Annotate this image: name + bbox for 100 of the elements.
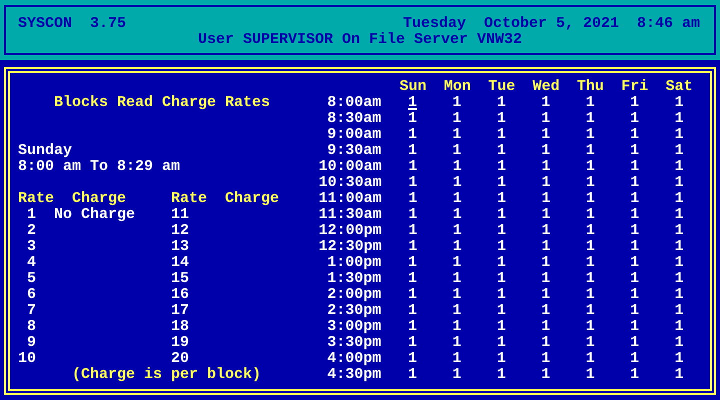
table-cell[interactable]: 1 [452,254,462,271]
table-cell[interactable]: 1 [630,366,640,383]
table-cell[interactable]: 1 [674,206,684,223]
table-cell[interactable]: 1 [496,270,506,287]
table-cell[interactable]: 1 [408,302,417,319]
table-cell[interactable]: 1 [541,254,550,271]
table-cell[interactable]: 1 [586,238,595,255]
table-cell[interactable]: 1 [452,94,462,111]
table-cell[interactable]: 1 [586,158,595,175]
table-cell[interactable]: 1 [586,222,595,239]
table-cell[interactable]: 1 [586,270,595,287]
table-cell[interactable]: 1 [452,222,462,239]
table-cell[interactable]: 1 [674,126,684,143]
table-cell[interactable]: 1 [674,174,684,191]
table-cell[interactable]: 1 [496,302,506,319]
table-cell[interactable]: 1 [586,126,595,143]
table-cell[interactable]: 1 [497,222,506,239]
table-cell[interactable]: 1 [496,350,506,367]
table-cell[interactable]: 1 [630,126,640,143]
table-cell[interactable]: 1 [541,302,550,319]
table-cell[interactable]: 1 [497,174,506,191]
table-cell[interactable]: 1 [630,254,640,271]
table-cell[interactable]: 1 [674,270,684,287]
table-cell[interactable]: 1 [408,270,417,287]
table-cell[interactable]: 1 [586,254,595,271]
table-cell[interactable]: 1 [674,94,684,111]
table-cell[interactable]: 1 [541,286,550,303]
table-cell[interactable]: 1 [630,174,640,191]
table-cell[interactable]: 1 [408,222,418,239]
table-cell[interactable]: 1 [674,254,684,271]
table-cell[interactable]: 1 [586,110,595,127]
table-cell[interactable]: 1 [496,94,506,111]
table-cell[interactable]: 1 [542,222,551,239]
table-cell[interactable]: 1 [542,158,551,175]
table-cell[interactable]: 1 [674,110,684,127]
table-cell[interactable]: 1 [408,174,418,191]
table-cell[interactable]: 1 [674,222,684,239]
table-cell[interactable]: 1 [674,302,684,319]
table-cell[interactable]: 1 [630,110,640,127]
table-cell[interactable]: 1 [452,126,462,143]
table-cell[interactable]: 1 [674,366,684,383]
table-cell[interactable]: 1 [408,238,418,255]
table-cell[interactable]: 1 [497,206,506,223]
table-cell[interactable]: 1 [496,286,506,303]
table-cell[interactable]: 1 [497,238,506,255]
table-cell[interactable]: 1 [586,286,595,303]
table-cell[interactable]: 1 [408,142,417,159]
table-cell[interactable]: 1 [542,174,551,191]
table-cell[interactable]: 1 [542,190,551,207]
table-cell[interactable]: 1 [630,94,640,111]
table-cell[interactable]: 1 [452,286,462,303]
table-cell[interactable]: 1 [674,190,684,207]
table-cell[interactable]: 1 [496,126,506,143]
table-cell[interactable]: 1 [630,334,640,351]
table-cell[interactable]: 1 [496,334,506,351]
table-cell[interactable]: 1 [408,126,417,143]
table-cell[interactable]: 1 [541,110,550,127]
table-cell[interactable]: 1 [497,158,506,175]
table-cell[interactable]: 1 [542,238,551,255]
table-cell[interactable]: 1 [674,318,684,335]
table-cell[interactable]: 1 [541,126,550,143]
table-cell[interactable]: 1 [586,318,595,335]
table-cell[interactable]: 1 [630,270,640,287]
table-cell[interactable]: 1 [630,302,640,319]
table-cell[interactable]: 1 [674,350,684,367]
table-cell[interactable]: 1 [586,366,595,383]
table-cell[interactable]: 1 [541,366,550,383]
table-cell[interactable]: 1 [452,190,462,207]
table-cell[interactable]: 1 [630,238,640,255]
table-cell[interactable]: 1 [452,366,462,383]
table-cell[interactable]: 1 [452,334,462,351]
table-cell[interactable]: 1 [452,350,462,367]
table-cell[interactable]: 1 [452,174,462,191]
table-cell[interactable]: 1 [496,110,506,127]
table-cell[interactable]: 1 [452,206,462,223]
table-cell[interactable]: 1 [586,190,595,207]
table-cell[interactable]: 1 [452,238,462,255]
table-cell[interactable]: 1 [630,206,640,223]
table-cell[interactable]: 1 [674,238,684,255]
table-cell[interactable]: 1 [586,174,595,191]
table-cell[interactable]: 1 [452,110,462,127]
table-cell[interactable]: 1 [542,206,551,223]
table-cell[interactable]: 1 [408,190,418,207]
table-cell[interactable]: 1 [586,302,595,319]
table-cell[interactable]: 1 [408,110,417,127]
table-cell[interactable]: 1 [496,254,506,271]
table-cell[interactable]: 1 [674,334,684,351]
table-cell[interactable]: 1 [586,94,595,111]
table-cell[interactable]: 1 [541,270,550,287]
table-cell[interactable]: 1 [586,350,595,367]
table-cell[interactable]: 1 [452,318,462,335]
table-cell[interactable]: 1 [452,158,462,175]
table-cell[interactable]: 1 [408,206,418,223]
table-cell[interactable]: 1 [408,286,417,303]
table-cell[interactable]: 1 [408,350,417,367]
table-cell[interactable]: 1 [541,318,550,335]
table-cell[interactable]: 1 [496,142,506,159]
table-cell[interactable]: 1 [630,318,640,335]
table-cell[interactable]: 1 [452,142,462,159]
table-cell[interactable]: 1 [408,366,417,383]
